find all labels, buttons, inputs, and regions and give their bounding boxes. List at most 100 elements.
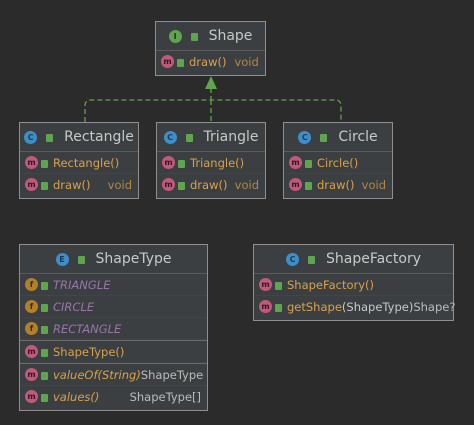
method-args: () (90, 389, 100, 404)
class-triangle[interactable]: C Triangle m Triangle() m draw() void (156, 122, 266, 199)
method-icon: m (25, 345, 38, 358)
lock-icon (320, 134, 328, 142)
lock-icon (46, 134, 54, 142)
field-name: RECTANGLE (53, 321, 122, 336)
class-header: C ShapeFactory (254, 245, 453, 274)
field-icon: f (25, 278, 38, 291)
class-icon: C (298, 130, 312, 144)
lock-icon (41, 159, 48, 168)
field-icon: f (25, 322, 38, 335)
method-name: Circle() (317, 155, 359, 170)
field-icon: f (25, 300, 38, 313)
return-type: void (234, 54, 259, 69)
method-row[interactable]: m draw() void (157, 174, 265, 195)
method-icon: m (25, 368, 38, 381)
class-header: C Rectangle (20, 123, 138, 152)
field-row[interactable]: f CIRCLE (20, 296, 207, 318)
method-row[interactable]: m values() ShapeType[] (20, 386, 207, 407)
method-row[interactable]: m Rectangle() (20, 152, 138, 174)
method-icon: m (259, 300, 272, 313)
field-row[interactable]: f TRIANGLE (20, 274, 207, 296)
lock-icon (41, 303, 48, 312)
class-shapefactory[interactable]: C ShapeFactory m ShapeFactory() m getSha… (253, 244, 455, 321)
lock-icon (185, 134, 193, 142)
lock-icon (275, 303, 282, 312)
method-icon: m (289, 178, 302, 191)
method-name: Triangle() (190, 155, 245, 170)
class-name: Shape (208, 28, 253, 44)
method-row[interactable]: m draw() void (284, 174, 392, 195)
lock-icon (41, 281, 48, 290)
return-type: void (361, 177, 386, 192)
inherit-arrowhead (205, 76, 217, 89)
method-icon: m (25, 156, 38, 169)
method-row[interactable]: m getShape (ShapeType) Shape? (254, 296, 455, 317)
return-type: void (107, 177, 132, 192)
method-icon: m (25, 178, 38, 191)
return-type: ShapeType[] (129, 389, 201, 404)
lock-icon (41, 181, 48, 190)
class-header: C Circle (284, 123, 392, 152)
lock-icon (41, 325, 48, 334)
interface-icon: I (168, 29, 182, 43)
lock-icon (190, 33, 198, 41)
class-name: Triangle (203, 129, 259, 145)
lock-icon (41, 393, 48, 402)
field-row[interactable]: f RECTANGLE (20, 318, 207, 340)
method-row[interactable]: m draw() void (20, 174, 138, 195)
method-name: values (53, 389, 91, 404)
class-rectangle[interactable]: C Rectangle m Rectangle() m draw() void (19, 122, 139, 199)
method-row[interactable]: m Circle() (284, 152, 392, 174)
class-name: ShapeType (95, 251, 172, 267)
field-name: CIRCLE (53, 299, 95, 314)
return-type: Shape? (413, 299, 456, 314)
lock-icon (77, 256, 85, 264)
return-type: void (234, 177, 259, 192)
class-header: E ShapeType (20, 245, 207, 274)
class-shape[interactable]: I Shape m draw() void (155, 21, 266, 76)
lock-icon (178, 159, 185, 168)
method-row[interactable]: m ShapeFactory() (254, 274, 453, 296)
method-name: draw() (189, 54, 227, 69)
method-name: draw() (317, 177, 355, 192)
method-icon: m (25, 390, 38, 403)
lock-icon (177, 58, 184, 67)
method-row[interactable]: m draw() void (156, 51, 265, 72)
lock-icon (275, 281, 282, 290)
lock-icon (305, 159, 312, 168)
field-name: TRIANGLE (53, 277, 111, 292)
class-icon: C (286, 252, 299, 266)
method-name: draw() (53, 177, 91, 192)
method-args: (ShapeType) (341, 299, 414, 314)
lock-icon (41, 371, 48, 380)
method-name: valueOf (53, 367, 98, 382)
method-name: getShape (287, 299, 342, 314)
method-name: ShapeFactory() (287, 277, 374, 292)
lock-icon (308, 256, 315, 264)
lock-icon (305, 181, 312, 190)
class-name: Rectangle (64, 129, 134, 145)
method-icon: m (161, 55, 174, 68)
enum-shapetype[interactable]: E ShapeType f TRIANGLE f CIRCLE f RECTAN… (19, 244, 208, 411)
method-args: (String) (97, 367, 141, 382)
class-header: C Triangle (157, 123, 265, 152)
class-name: Circle (338, 129, 378, 145)
method-name: draw() (190, 177, 228, 192)
method-icon: m (162, 156, 175, 169)
return-type: ShapeType (140, 367, 204, 382)
enum-icon: E (55, 252, 69, 266)
lock-icon (178, 181, 185, 190)
method-row[interactable]: m Triangle() (157, 152, 265, 174)
class-icon: C (24, 130, 38, 144)
class-name: ShapeFactory (326, 251, 421, 267)
method-icon: m (162, 178, 175, 191)
method-name: Rectangle() (53, 155, 120, 170)
class-circle[interactable]: C Circle m Circle() m draw() void (283, 122, 393, 199)
method-name: ShapeType() (53, 344, 125, 359)
method-row[interactable]: m ShapeType() (20, 340, 207, 363)
class-icon: C (163, 130, 177, 144)
class-header: I Shape (156, 22, 265, 51)
lock-icon (41, 348, 48, 357)
method-row[interactable]: m valueOf (String) ShapeType (20, 363, 207, 386)
method-icon: m (259, 278, 272, 291)
